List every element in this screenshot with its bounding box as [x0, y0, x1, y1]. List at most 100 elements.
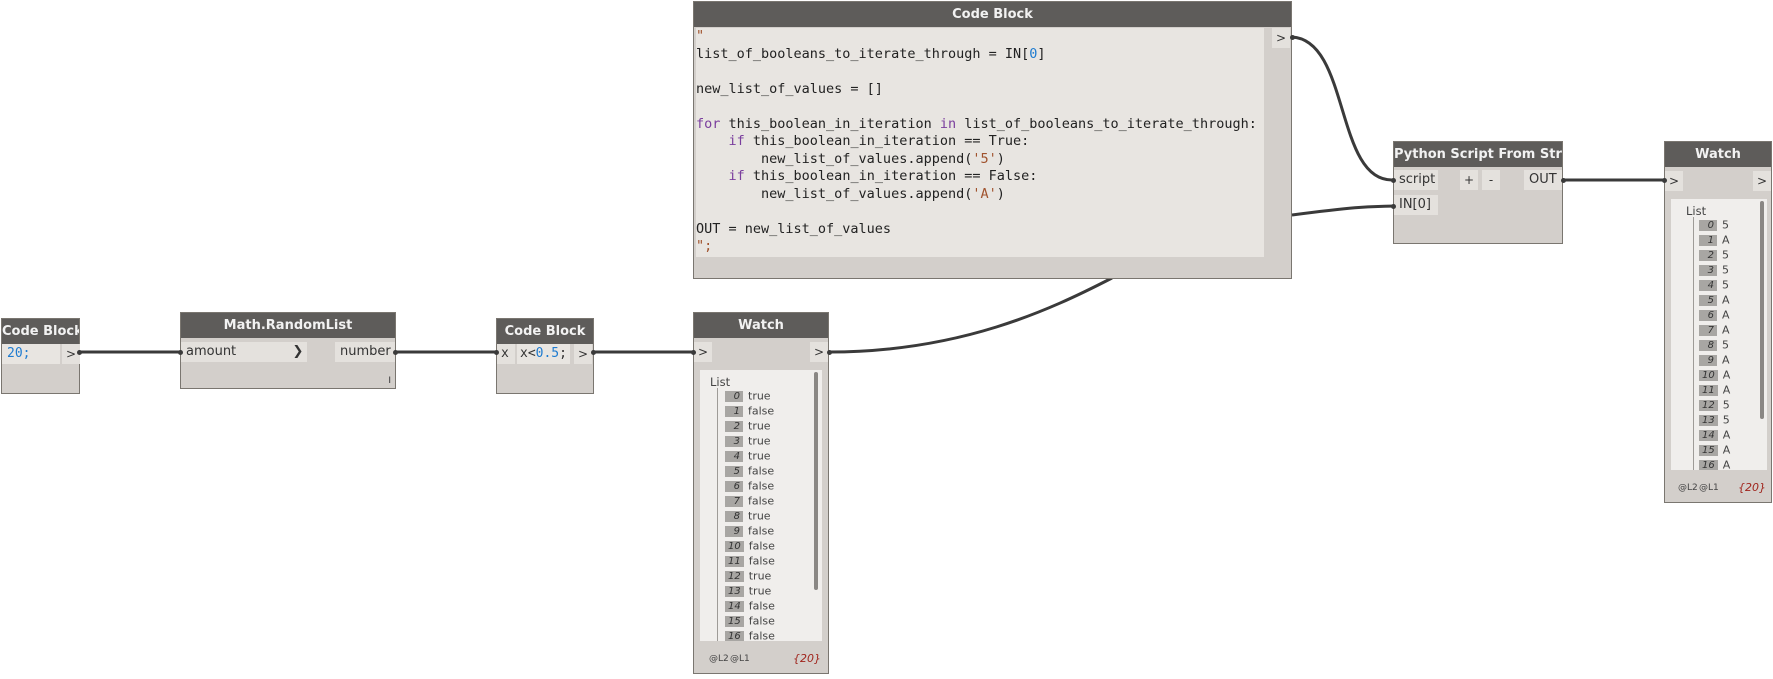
level-l1: @L1 — [1699, 483, 1719, 493]
list-item-value: true — [748, 569, 772, 583]
port-dot — [691, 350, 696, 355]
list-item: 05 — [1699, 218, 1729, 231]
list-item-value: false — [748, 629, 775, 641]
list-item: 1 false — [725, 404, 774, 417]
add-input-button[interactable]: + — [1460, 170, 1478, 190]
list-item-value: 5 — [1722, 413, 1730, 427]
node-title: Code Block — [2, 319, 79, 344]
input-port-x[interactable]: x — [497, 344, 515, 364]
list-item-value: 5 — [1722, 218, 1729, 232]
list-item-index: 13 — [725, 585, 744, 597]
scrollbar[interactable] — [1760, 201, 1764, 419]
list-item-index: 2 — [1699, 249, 1717, 261]
code-input[interactable]: 20; — [2, 344, 60, 364]
list-item-value: A — [1722, 458, 1731, 470]
list-item-value: true — [748, 389, 771, 403]
list-item: 4 true — [725, 449, 771, 462]
list-item: 0 true — [725, 389, 771, 402]
watch-node-values[interactable]: Watch > > List 0 5 1 A 2 5 3 5 4 5 5 A 6 A 7 A 8 5 9 A 10 A 11… — [1664, 141, 1772, 503]
list-item: 12 5 — [1699, 398, 1730, 411]
list-item: 35 — [1699, 263, 1729, 276]
list-item: 5 false — [725, 464, 774, 477]
list-item: 7 false — [725, 494, 774, 507]
scrollbar[interactable] — [814, 372, 818, 590]
list-item-value: false — [748, 404, 775, 418]
list-item-index: 15 — [1699, 444, 1718, 456]
code-input[interactable]: x<0.5; — [517, 344, 570, 364]
input-port-amount[interactable]: amount — [181, 342, 296, 362]
output-port[interactable]: > — [1753, 171, 1771, 191]
number-label: number — [340, 344, 391, 359]
list-item-index: 7 — [725, 495, 743, 507]
list-item-index: 8 — [1699, 339, 1717, 351]
list-item-index: 9 — [1699, 354, 1717, 366]
list-item: 6A — [1699, 308, 1730, 321]
list-item-value: false — [748, 614, 775, 628]
list-item-index: 3 — [1699, 264, 1717, 276]
list-item: 1A — [1699, 233, 1730, 246]
list-item-index: 10 — [725, 540, 744, 552]
list-item: 8 true — [725, 509, 771, 522]
output-port[interactable]: > — [574, 344, 592, 364]
list-item-index: 0 — [725, 390, 743, 402]
node-title: Watch — [1665, 142, 1771, 167]
node-title: Code Block — [497, 319, 593, 344]
code-block-node-python[interactable]: Code Block " list_of_booleans_to_iterate… — [693, 1, 1292, 279]
code-block-node-compare[interactable]: Code Block x x<0.5; > — [496, 318, 594, 394]
list-item-value: 5 — [1722, 338, 1729, 352]
list-item-index: 4 — [725, 450, 743, 462]
code-line: OUT = new_list_of_values — [696, 220, 892, 237]
list-item-value: false — [748, 554, 775, 568]
code-block-node-20[interactable]: Code Block 20; > — [1, 318, 80, 394]
port-dot — [1391, 204, 1396, 209]
list-item-index: 4 — [1699, 279, 1717, 291]
output-port[interactable]: > — [810, 342, 828, 362]
input-port[interactable]: > — [1665, 171, 1683, 191]
code-line: if this_boolean_in_iteration == False: — [728, 168, 1038, 184]
output-port[interactable]: > — [1272, 28, 1290, 48]
code-line: new_list_of_values = [] — [696, 80, 883, 97]
list-item-index: 16 — [725, 630, 744, 641]
math-randomlist-node[interactable]: Math.RandomList amount ❯ number I — [180, 312, 396, 389]
list-item: 15 A — [1699, 443, 1730, 456]
list-item-index: 5 — [725, 465, 743, 477]
list-item-index: 1 — [1699, 234, 1717, 246]
list-item-index: 12 — [725, 570, 744, 582]
chevron-right-icon[interactable]: ❯ — [289, 342, 307, 362]
list-item: 9A — [1699, 353, 1730, 366]
list-item: 10 A — [1699, 368, 1730, 381]
watch-list-panel[interactable]: List 0 5 1 A 2 5 3 5 4 5 5 A 6 A 7 A 8 5 9 A 10 A 11 A 12 5 13 5 14 A… — [1671, 199, 1767, 470]
port-dot — [494, 350, 499, 355]
port-dot — [178, 350, 183, 355]
port-dot — [1561, 178, 1566, 183]
code-editor[interactable]: " list_of_booleans_to_iterate_through = … — [696, 28, 1264, 257]
watch-list-panel[interactable]: List 0 true 1 false 2 true 3 true 4 true 5 false 6 fa… — [700, 370, 822, 641]
node-title: Watch — [694, 313, 828, 338]
output-port-out[interactable]: OUT — [1524, 170, 1562, 190]
port-dot — [77, 350, 82, 355]
code-line: new_list_of_values.append('A') — [696, 185, 1005, 202]
code-text: 20; — [7, 346, 31, 361]
input-port[interactable]: > — [694, 342, 712, 362]
python-script-from-string-node[interactable]: Python Script From String script IN[0] +… — [1393, 141, 1563, 244]
list-guide-line — [1693, 217, 1694, 470]
remove-input-button[interactable]: - — [1482, 170, 1500, 190]
output-port-number[interactable]: number — [335, 342, 395, 362]
list-item: 10 false — [725, 539, 775, 552]
code-line: for this_boolean_in_iteration in list_of… — [696, 115, 1257, 132]
input-port-in0[interactable]: IN[0] — [1394, 195, 1438, 215]
list-item-index: 10 — [1699, 369, 1718, 381]
list-item-value: A — [1722, 383, 1731, 397]
list-item: 5A — [1699, 293, 1730, 306]
list-item-index: 14 — [725, 600, 744, 612]
list-item-index: 0 — [1699, 219, 1717, 231]
watch-node-booleans[interactable]: Watch > > List 0 true 1 false 2 true 3 true 4 tru… — [693, 312, 829, 674]
input-port-script[interactable]: script — [1394, 170, 1438, 190]
port-dot — [1391, 178, 1396, 183]
list-item-value: A — [1722, 308, 1730, 322]
list-item-index: 8 — [725, 510, 743, 522]
list-item: 2 true — [725, 419, 771, 432]
